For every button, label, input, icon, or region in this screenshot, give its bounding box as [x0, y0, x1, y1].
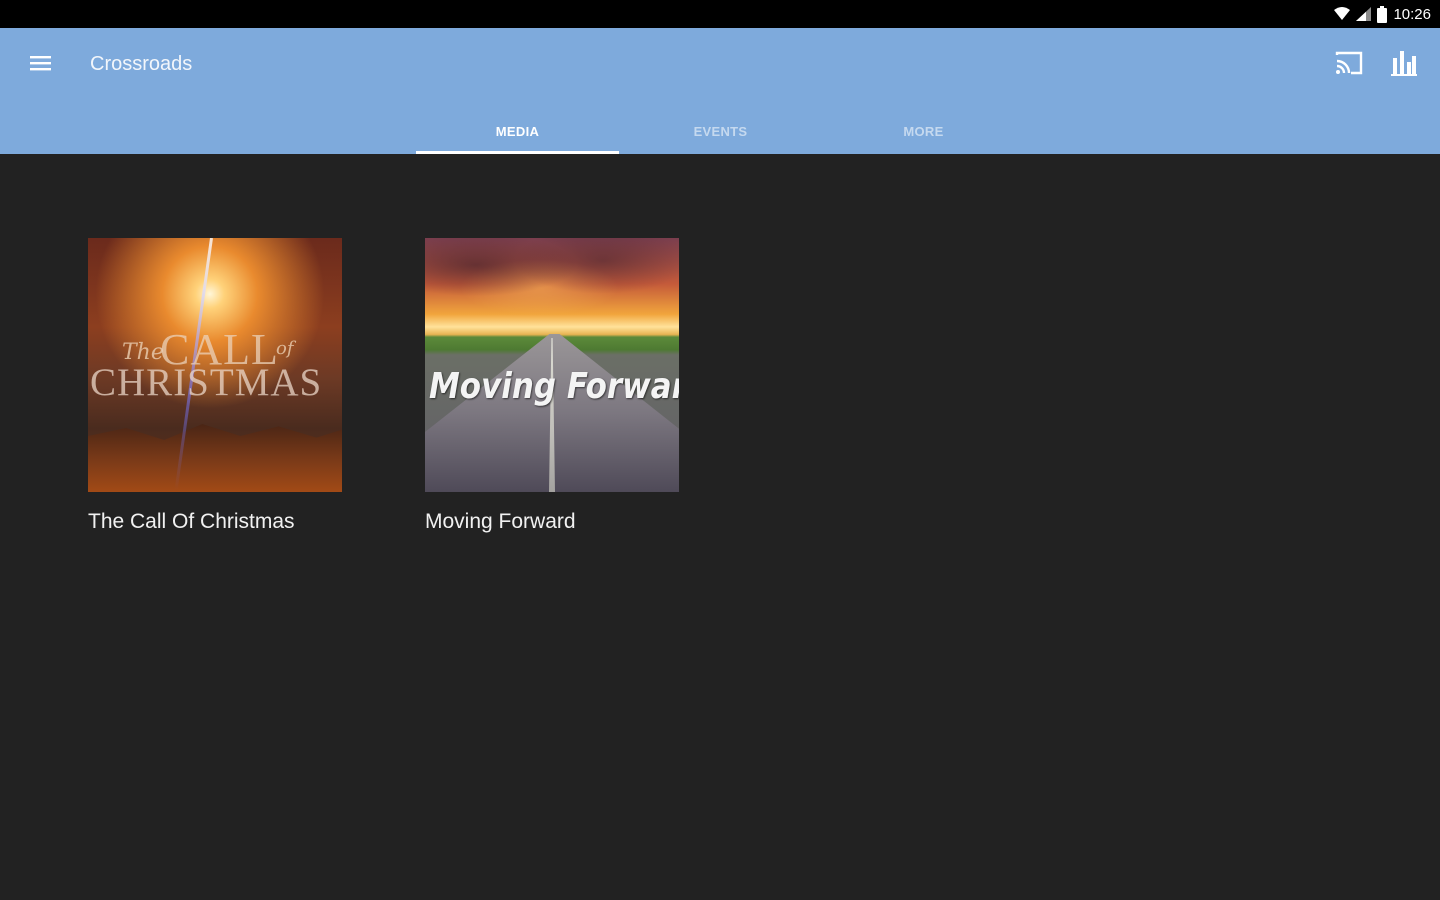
tab-events[interactable]: EVENTS [619, 108, 822, 154]
battery-icon [1377, 5, 1388, 23]
clock: 10:26 [1393, 5, 1431, 23]
status-bar: 10:26 [0, 0, 1440, 28]
cell-signal-icon [1356, 7, 1372, 21]
wifi-icon [1334, 7, 1351, 21]
menu-icon [30, 54, 52, 77]
stats-button[interactable] [1390, 48, 1420, 80]
menu-button[interactable] [22, 50, 60, 80]
tab-more[interactable]: MORE [822, 108, 1025, 154]
artwork-clouds [425, 238, 679, 328]
artwork-text: Moving Forward [429, 366, 679, 407]
media-title[interactable]: The Call Of Christmas [88, 510, 342, 534]
cast-icon [1334, 51, 1364, 80]
artwork-text: of [276, 338, 294, 359]
media-thumbnail[interactable]: The CALL of CHRISTMAS [88, 238, 342, 492]
tab-bar: MEDIA EVENTS MORE [416, 108, 1025, 154]
app-bar: Crossroads MEDIA EVENTS MORE [0, 28, 1440, 154]
artwork-hills [88, 424, 342, 492]
media-card-moving-forward[interactable]: Moving Forward Moving Forward [425, 238, 679, 534]
bar-chart-icon [1390, 51, 1418, 82]
tab-media[interactable]: MEDIA [416, 108, 619, 154]
artwork-text: CHRISTMAS [90, 361, 323, 404]
media-card-call-of-christmas[interactable]: The CALL of CHRISTMAS The Call Of Christ… [88, 238, 342, 534]
media-thumbnail[interactable]: Moving Forward [425, 238, 679, 492]
media-title[interactable]: Moving Forward [425, 510, 679, 534]
cast-button[interactable] [1334, 50, 1366, 80]
app-title: Crossroads [90, 53, 193, 75]
